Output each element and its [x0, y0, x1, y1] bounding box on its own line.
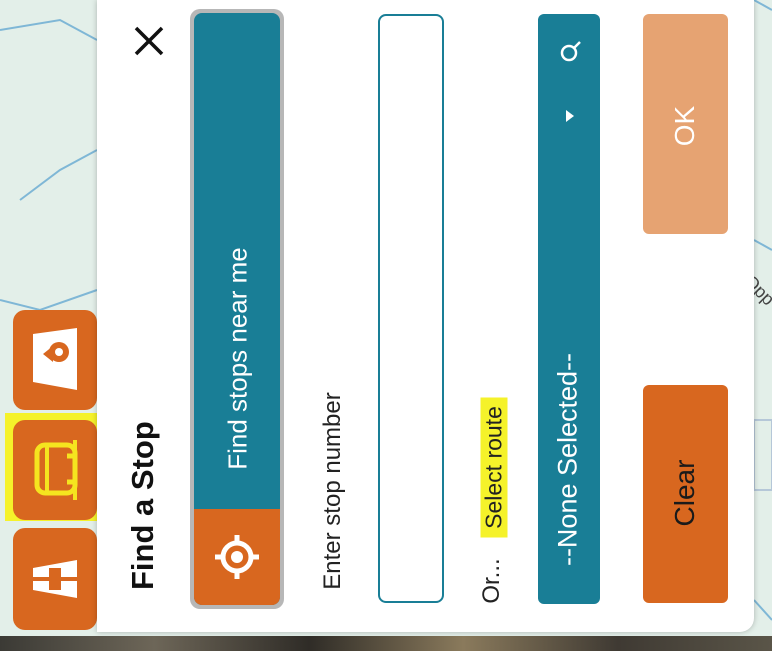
crosshair-icon — [215, 535, 259, 579]
road-view-button[interactable] — [13, 528, 97, 630]
find-stops-near-me-button[interactable]: Find stops near me — [190, 9, 284, 609]
find-stops-near-me-label: Find stops near me — [222, 247, 253, 470]
locate-area — [194, 509, 280, 605]
search-icon — [560, 41, 581, 62]
clear-label: Clear — [669, 459, 700, 527]
bus-stop-button[interactable] — [13, 420, 97, 520]
road-icon — [33, 560, 77, 598]
stop-number-input[interactable] — [378, 14, 444, 603]
stop-number-label: Enter stop number — [319, 392, 346, 590]
select-route-label: Select route — [480, 397, 508, 538]
panel-title: Find a Stop — [125, 421, 160, 590]
route-selected-value: --None Selected-- — [552, 352, 583, 567]
ok-label: OK — [669, 105, 700, 147]
photo-strip — [0, 636, 772, 651]
bus-stop-icon — [34, 440, 78, 500]
or-label: Or... — [478, 558, 505, 604]
ok-button[interactable]: OK — [643, 14, 728, 234]
map-pin-button[interactable] — [13, 310, 97, 410]
route-select[interactable]: --None Selected-- — [538, 14, 600, 604]
map-pin-icon — [33, 328, 77, 390]
dropdown-arrow-icon — [566, 110, 574, 122]
clear-button[interactable]: Clear — [643, 385, 728, 603]
close-icon[interactable] — [132, 24, 166, 58]
